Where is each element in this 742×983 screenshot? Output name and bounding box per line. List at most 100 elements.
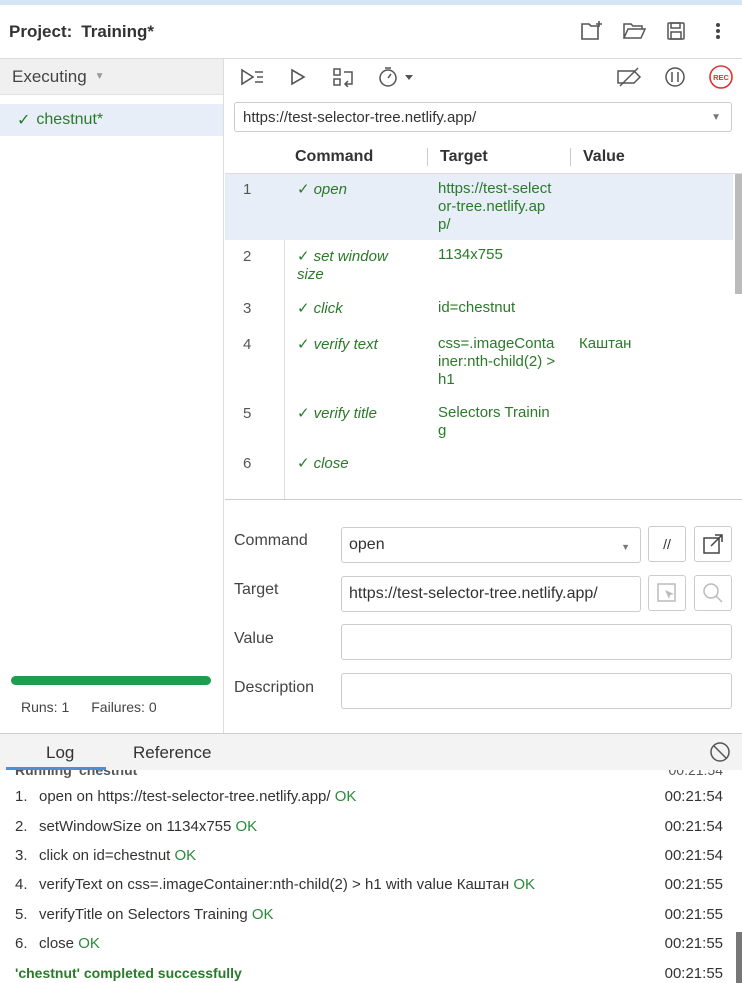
table-scrollbar[interactable] (735, 174, 742, 294)
log-entry-time: 00:21:55 (664, 876, 723, 893)
log-scrollbar[interactable] (736, 932, 742, 983)
row-command-text: set window size (297, 248, 388, 283)
row-number: 2 (243, 248, 252, 265)
checkmark-icon: ✓ (297, 248, 310, 265)
open-project-icon[interactable] (622, 19, 646, 43)
log-list: Running 'chestnut' 00:21:54 1. open on ht… (0, 770, 742, 983)
chevron-down-icon: ▼ (621, 542, 630, 552)
log-run-header: Running 'chestnut' (15, 770, 141, 778)
row-command: ✓ open (297, 181, 419, 199)
project-label: Project: (9, 21, 73, 41)
row-target: id=chestnut (438, 299, 516, 316)
row-command: ✓ click (297, 300, 419, 318)
commands-table-header: Command Target Value (225, 141, 742, 173)
select-target-icon[interactable] (648, 575, 686, 611)
command-field-label: Command (234, 532, 308, 549)
tab-reference[interactable]: Reference (133, 743, 211, 763)
row-command: ✓ verify title (297, 405, 419, 423)
log-entry-status: OK (513, 876, 536, 893)
execution-mode-selector[interactable]: Executing ▼ (0, 59, 223, 95)
log-entry-status: OK (334, 788, 357, 805)
project-name[interactable]: Training* (81, 22, 154, 42)
log-entry-text: setWindowSize on 1134x755 (39, 818, 232, 835)
value-field[interactable] (341, 624, 732, 660)
log-entry-status: OK (251, 906, 274, 923)
table-row[interactable]: 6 ✓ close (225, 446, 733, 486)
checkmark-icon: ✓ (297, 300, 310, 317)
log-entry-time: 00:21:55 (664, 935, 723, 952)
log-completion: 'chestnut' completed successfully 00:21:… (15, 965, 723, 982)
execution-mode-label: Executing (12, 66, 87, 86)
editor-panel: REC https://test-selector-tree.netlify.a… (225, 59, 742, 733)
target-field[interactable]: https://test-selector-tree.netlify.app/ (341, 576, 641, 612)
console-tabs: Log Reference (0, 734, 742, 770)
checkmark-icon: ✓ (297, 336, 310, 353)
row-number: 4 (243, 336, 252, 353)
log-entry-index: 4. (15, 876, 28, 893)
log-entry-index: 6. (15, 935, 28, 952)
tab-log[interactable]: Log (46, 743, 74, 763)
row-number: 3 (243, 300, 252, 317)
row-number: 5 (243, 405, 252, 422)
save-project-icon[interactable] (664, 19, 688, 43)
test-item-chestnut[interactable]: ✓ chestnut* (0, 104, 223, 136)
checkmark-icon: ✓ (297, 455, 310, 472)
row-command: ✓ set window size (297, 248, 415, 284)
base-url-select[interactable]: https://test-selector-tree.netlify.app/ … (234, 102, 732, 132)
description-field[interactable] (341, 673, 732, 709)
log-entry-time: 00:21:54 (664, 847, 723, 864)
run-current-test-icon[interactable] (285, 64, 311, 90)
disable-breakpoints-icon[interactable] (616, 64, 642, 90)
run-stats: Runs: 1 Failures: 0 (21, 699, 157, 715)
table-row[interactable]: 5 ✓ verify title Selectors Training (225, 396, 733, 446)
row-command: ✓ verify text (297, 336, 419, 354)
row-value: Каштан (579, 335, 632, 352)
new-project-icon[interactable] (580, 19, 604, 43)
row-command-text: verify title (313, 405, 377, 422)
record-label: REC (713, 73, 729, 82)
log-completion-text: 'chestnut' completed successfully (15, 965, 242, 981)
description-field-label: Description (234, 679, 315, 696)
chevron-down-icon: ▼ (711, 112, 721, 123)
failures-count: Failures: 0 (91, 699, 157, 715)
log-entry-text: verifyText on css=.imageContainer:nth-ch… (39, 876, 510, 893)
log-entry: 6. close OK 00:21:55 (15, 935, 723, 952)
table-row[interactable]: 2 ✓ set window size 1134x755 (225, 240, 733, 290)
row-command-text: close (313, 455, 349, 472)
command-field-value: open (349, 536, 385, 553)
pause-on-exceptions-icon[interactable] (662, 64, 688, 90)
open-reference-icon[interactable] (694, 526, 732, 562)
log-entry: 1. open on https://test-selector-tree.net… (15, 788, 723, 805)
base-url-value: https://test-selector-tree.netlify.app/ (243, 108, 477, 126)
row-target: css=.imageContainer:nth-child(2) > h1 (438, 335, 556, 388)
header-actions (580, 19, 730, 43)
target-field-label: Target (234, 581, 279, 598)
step-over-icon[interactable] (331, 64, 357, 90)
log-entry-time: 00:21:54 (664, 788, 723, 805)
target-field-value: https://test-selector-tree.netlify.app/ (349, 585, 598, 602)
value-field-label: Value (234, 630, 274, 647)
record-button[interactable]: REC (708, 64, 734, 90)
log-entry-status: OK (174, 847, 197, 864)
command-field[interactable]: open ▼ (341, 527, 641, 563)
log-run-header-time: 00:21:54 (668, 770, 724, 778)
table-row[interactable]: 1 ✓ open https://test-selector-tree.netli… (225, 174, 733, 240)
log-entry: 5. verifyTitle on Selectors Training OK 0… (15, 906, 723, 923)
comment-toggle-button[interactable]: // (648, 526, 686, 562)
speed-timer-icon[interactable] (377, 64, 417, 90)
log-entry-text: close (39, 935, 75, 952)
row-target: https://test-selector-tree.netlify.app/ (438, 180, 552, 233)
log-completion-time: 00:21:55 (664, 965, 723, 982)
more-options-icon[interactable] (706, 19, 730, 43)
column-header-target: Target (427, 148, 488, 166)
console-panel: Log Reference Running 'chestnut' 00:21:5… (0, 733, 742, 983)
clear-log-icon[interactable] (709, 741, 731, 767)
run-all-tests-icon[interactable] (239, 64, 265, 90)
column-header-command: Command (295, 148, 374, 165)
checkmark-icon: ✓ (297, 181, 310, 198)
log-entry: 2. setWindowSize on 1134x755 OK 00:21:54 (15, 818, 723, 835)
find-target-icon[interactable] (694, 575, 732, 611)
table-row[interactable]: 4 ✓ verify text css=.imageContainer:nth-c… (225, 326, 733, 396)
table-row[interactable]: 3 ✓ click id=chestnut (225, 290, 733, 326)
log-entry-index: 2. (15, 818, 28, 835)
